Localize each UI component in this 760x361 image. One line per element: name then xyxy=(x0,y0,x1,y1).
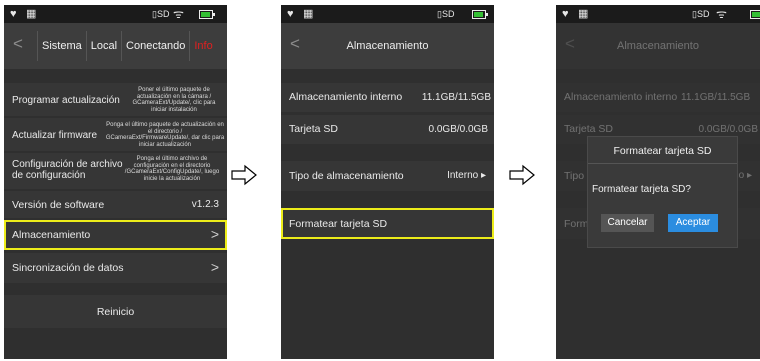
tab-info[interactable]: Info xyxy=(189,31,213,61)
sd-card-icon: ▯SD xyxy=(437,9,455,19)
sd-card-label: Tarjeta SD xyxy=(289,123,339,135)
internal-storage-label: Almacenamiento interno xyxy=(289,91,403,103)
cancel-button[interactable]: Cancelar xyxy=(601,214,654,232)
dialog-title: Formatear tarjeta SD xyxy=(613,145,712,157)
sd-card-label: Tarjeta SD xyxy=(564,123,614,135)
menu-item-label: Versión de software xyxy=(12,199,105,211)
title-bar: < Almacenamiento xyxy=(281,23,494,69)
location-pin-icon: ♥ xyxy=(10,8,17,20)
menu-item-label: Configuración de archivo de configuració… xyxy=(12,159,123,181)
back-icon[interactable]: < xyxy=(13,34,23,54)
status-bar: ♥ ▦ ▯SD ᯤ xyxy=(556,5,760,23)
gallery-icon: ▦ xyxy=(303,8,314,20)
tab-local[interactable]: Local xyxy=(85,31,121,61)
page-title: Almacenamiento xyxy=(346,40,429,52)
internal-storage-value: 11.1GB/11.5GB xyxy=(421,92,491,103)
sd-card-icon: ▯SD xyxy=(152,9,170,19)
menu-item-almacenamiento[interactable]: Almacenamiento > xyxy=(4,220,227,250)
status-bar: ♥ ▦ ▯SD xyxy=(281,5,494,23)
format-sd-label: Form xyxy=(564,218,589,230)
battery-icon xyxy=(472,10,488,19)
menu-item-label: Programar actualización xyxy=(12,95,120,106)
status-bar: ♥ ▦ ▯SD ᯤ xyxy=(4,5,227,23)
tab-bar: < Sistema Local Conectando Info xyxy=(4,23,227,69)
menu-item-label: Sincronización de datos xyxy=(12,262,124,274)
menu-item-label: Actualizar firmware xyxy=(12,130,98,141)
chevron-right-icon: > xyxy=(210,226,219,242)
flow-arrow-icon xyxy=(231,164,257,186)
accept-button[interactable]: Aceptar xyxy=(668,214,718,232)
menu-item-sincronizacion[interactable]: Sincronización de datos > xyxy=(4,253,227,283)
format-sd-button[interactable]: Formatear tarjeta SD xyxy=(281,208,494,239)
version-value: v1.2.3 xyxy=(191,199,219,210)
internal-storage-value: 11.1GB/11.5GB xyxy=(681,92,751,103)
menu-item-firmware[interactable]: Actualizar firmware Ponga el último paqu… xyxy=(4,118,227,151)
chevron-right-icon: > xyxy=(210,259,219,275)
sd-card-icon: ▯SD xyxy=(692,9,710,19)
menu-item-description: Poner el último paquete de actualización… xyxy=(132,87,216,113)
wifi-icon: ᯤ xyxy=(173,7,184,21)
storage-screen: ♥ ▦ ▯SD < Almacenamiento Almacenamiento … xyxy=(281,5,494,359)
menu-item-description: Ponga el último archivo de configuración… xyxy=(124,156,220,182)
menu-item-programar[interactable]: Programar actualización Poner el último … xyxy=(4,83,227,116)
settings-screen: ♥ ▦ ▯SD ᯤ < Sistema Local Conectando Inf… xyxy=(4,5,227,359)
flow-arrow-icon xyxy=(509,164,535,186)
reboot-button[interactable]: Reinicio xyxy=(4,295,227,328)
format-sd-label: Formatear tarjeta SD xyxy=(289,218,388,230)
sd-card-value: 0.0GB/0.0GB xyxy=(698,124,758,135)
battery-icon xyxy=(750,10,760,19)
menu-item-version: Versión de software v1.2.3 xyxy=(4,191,227,218)
wifi-icon: ᯤ xyxy=(716,7,727,21)
menu-item-config[interactable]: Configuración de archivo de configuració… xyxy=(4,153,227,189)
storage-type-label: Tipo de almacenamiento xyxy=(289,170,404,182)
gallery-icon: ▦ xyxy=(26,8,37,20)
tab-sistema[interactable]: Sistema xyxy=(37,31,86,61)
tab-conectando[interactable]: Conectando xyxy=(121,31,189,61)
internal-storage-row: Almacenamiento interno 11.1GB/11.5GB xyxy=(281,83,494,112)
format-dialog-screen: ♥ ▦ ▯SD ᯤ < Almacenamiento Almacenamient… xyxy=(556,5,760,359)
dialog-divider xyxy=(588,163,737,164)
reboot-label: Reinicio xyxy=(96,306,135,318)
page-title: Almacenamiento xyxy=(617,40,699,52)
internal-storage-label: Almacenamiento interno xyxy=(564,91,678,103)
storage-type-value[interactable]: Interno ▸ xyxy=(447,170,486,181)
menu-item-description: Ponga el último paquete de actualización… xyxy=(105,122,225,148)
format-confirm-dialog: Formatear tarjeta SD Formatear tarjeta S… xyxy=(587,136,738,248)
location-pin-icon: ♥ xyxy=(562,8,569,20)
sd-card-row: Tarjeta SD 0.0GB/0.0GB xyxy=(281,115,494,144)
battery-icon xyxy=(199,10,215,19)
dialog-message: Formatear tarjeta SD? xyxy=(592,184,691,195)
internal-storage-row: Almacenamiento interno 11.1GB/11.5GB xyxy=(556,83,760,112)
sd-card-value: 0.0GB/0.0GB xyxy=(428,124,488,135)
title-bar: < Almacenamiento xyxy=(556,23,760,69)
storage-type-row[interactable]: Tipo de almacenamiento Interno ▸ xyxy=(281,161,494,191)
gallery-icon: ▦ xyxy=(578,8,589,20)
tabs: Sistema Local Conectando Info xyxy=(37,31,227,61)
menu-item-label: Almacenamiento xyxy=(12,229,91,241)
location-pin-icon: ♥ xyxy=(287,8,294,20)
